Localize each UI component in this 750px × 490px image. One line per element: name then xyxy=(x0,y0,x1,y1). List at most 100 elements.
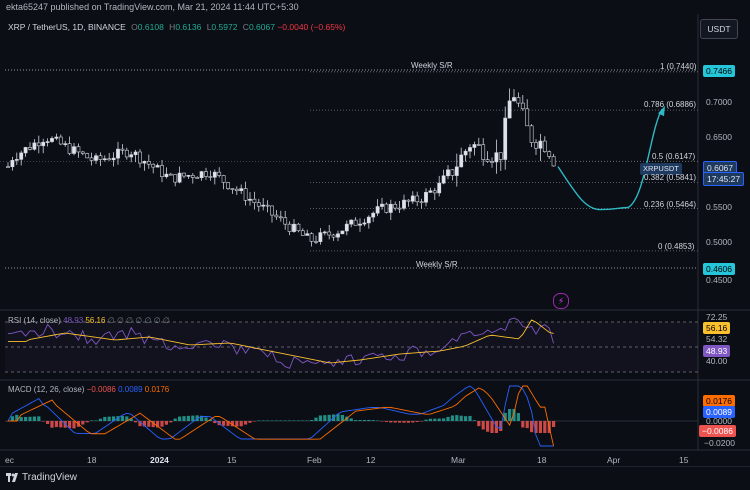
bottom-sr-price-tag: 0.4606 xyxy=(703,263,735,275)
macd-histogram-bar xyxy=(490,421,494,433)
macd-histogram-bar xyxy=(252,421,256,422)
time-tick-15a: 15 xyxy=(227,455,237,465)
candle-body xyxy=(498,152,503,160)
tradingview-logo[interactable]: TradingView xyxy=(6,472,77,483)
candle-body xyxy=(362,222,367,225)
candle-body xyxy=(186,175,191,177)
time-tick-dec: ec xyxy=(5,455,14,465)
candle-body xyxy=(89,157,94,161)
macd-histogram-bar xyxy=(54,421,58,428)
candle-body xyxy=(85,153,90,159)
candle-body xyxy=(476,144,481,146)
candle-body xyxy=(336,233,340,238)
macd-histogram-bar xyxy=(94,420,98,421)
macd-histogram-bar xyxy=(24,416,28,421)
price-tick-0650: 0.6500 xyxy=(706,132,732,142)
top-sr-price-tag: 0.7466 xyxy=(703,65,735,77)
candle-body xyxy=(380,203,384,207)
candle-body xyxy=(107,158,112,161)
rsi-pane xyxy=(5,317,698,373)
macd-histogram-bar xyxy=(538,421,542,433)
candle-body xyxy=(28,147,32,150)
rsi-title: RSI (14, close) xyxy=(8,316,61,325)
candle-body xyxy=(534,142,538,149)
candlestick-series xyxy=(6,88,556,247)
candle-body xyxy=(226,182,230,189)
macd-histogram-bar xyxy=(371,420,375,421)
macd-legend[interactable]: MACD (12, 26, close) −0.0086 0.0089 0.01… xyxy=(8,385,169,394)
candle-body xyxy=(481,144,486,160)
candle-body xyxy=(116,148,120,159)
candle-body xyxy=(72,146,76,154)
candle-body xyxy=(63,143,68,145)
time-tick-feb: Feb xyxy=(307,455,322,465)
macd-histogram-bar xyxy=(508,409,512,421)
candle-body xyxy=(547,151,552,157)
candle-body xyxy=(138,151,142,164)
candle-body xyxy=(76,146,81,153)
macd-histogram-bar xyxy=(107,416,111,421)
candle-body xyxy=(384,203,389,213)
macd-histogram-bar xyxy=(28,416,32,421)
macd-histogram-bar xyxy=(169,421,173,423)
candle-body xyxy=(120,148,125,151)
macd-histogram-bar xyxy=(186,415,190,421)
macd-histogram-bar xyxy=(525,421,529,429)
candle-body xyxy=(142,161,147,164)
candle-body xyxy=(314,241,318,243)
macd-histogram-bar xyxy=(318,415,322,421)
fib-level-0236: 0.236 (0.5464) xyxy=(644,200,697,209)
candle-body xyxy=(349,219,354,225)
candle-body xyxy=(512,97,516,102)
macd-pane xyxy=(5,385,698,447)
price-chart-canvas[interactable] xyxy=(0,0,750,466)
macd-histogram-bar xyxy=(367,419,371,421)
macd-histogram-bar xyxy=(134,421,138,423)
candle-body xyxy=(454,166,459,176)
macd-histogram-bar xyxy=(398,421,402,423)
candle-body xyxy=(98,155,103,160)
candle-body xyxy=(292,223,296,232)
lightning-icon[interactable]: ⚡ xyxy=(553,293,569,309)
macd-hist-tag: −0.0086 xyxy=(699,425,736,437)
candle-body xyxy=(468,147,472,152)
candle-body xyxy=(274,214,279,218)
candle-body xyxy=(450,169,455,176)
macd-histogram-bar xyxy=(274,420,278,421)
price-tick-0550: 0.5500 xyxy=(706,202,732,212)
macd-histogram-bar xyxy=(354,420,358,421)
macd-histogram-bar xyxy=(120,415,124,421)
candle-body xyxy=(538,140,543,149)
macd-histogram-bar xyxy=(305,420,309,421)
macd-histogram-bar xyxy=(481,421,485,430)
macd-histogram-bar xyxy=(19,417,23,421)
rsi-legend[interactable]: RSI (14, close) 48.93 56.16 ∅ ∅ ∅ ∅ ∅ ∅ … xyxy=(8,316,170,325)
candle-body xyxy=(10,160,15,168)
time-tick-18a: 18 xyxy=(87,455,97,465)
rsi-value: 48.93 xyxy=(63,316,84,325)
time-tick-apr: Apr xyxy=(607,455,621,465)
macd-histogram-bar xyxy=(283,420,287,421)
candle-body xyxy=(155,165,160,168)
candle-body xyxy=(32,142,37,150)
candle-body xyxy=(248,198,252,201)
candle-body xyxy=(124,149,129,158)
macd-histogram-bar xyxy=(81,421,85,425)
macd-histogram-bar xyxy=(433,418,437,421)
candle-body xyxy=(529,125,534,143)
macd-histogram-bar xyxy=(323,415,327,421)
grid-lines xyxy=(5,69,698,269)
candle-body xyxy=(111,157,116,161)
macd-histogram-bar xyxy=(393,421,397,423)
candle-body xyxy=(463,150,468,156)
candle-body xyxy=(14,159,19,161)
macd-histogram-bar xyxy=(72,421,76,429)
candle-body xyxy=(256,202,261,207)
projection-path xyxy=(557,105,665,211)
macd-histogram-bar xyxy=(178,416,182,421)
candle-body xyxy=(261,204,266,207)
macd-histogram-bar xyxy=(464,416,468,421)
candle-body xyxy=(305,233,310,236)
candle-body xyxy=(23,147,28,154)
macd-histogram-bar xyxy=(59,421,63,428)
